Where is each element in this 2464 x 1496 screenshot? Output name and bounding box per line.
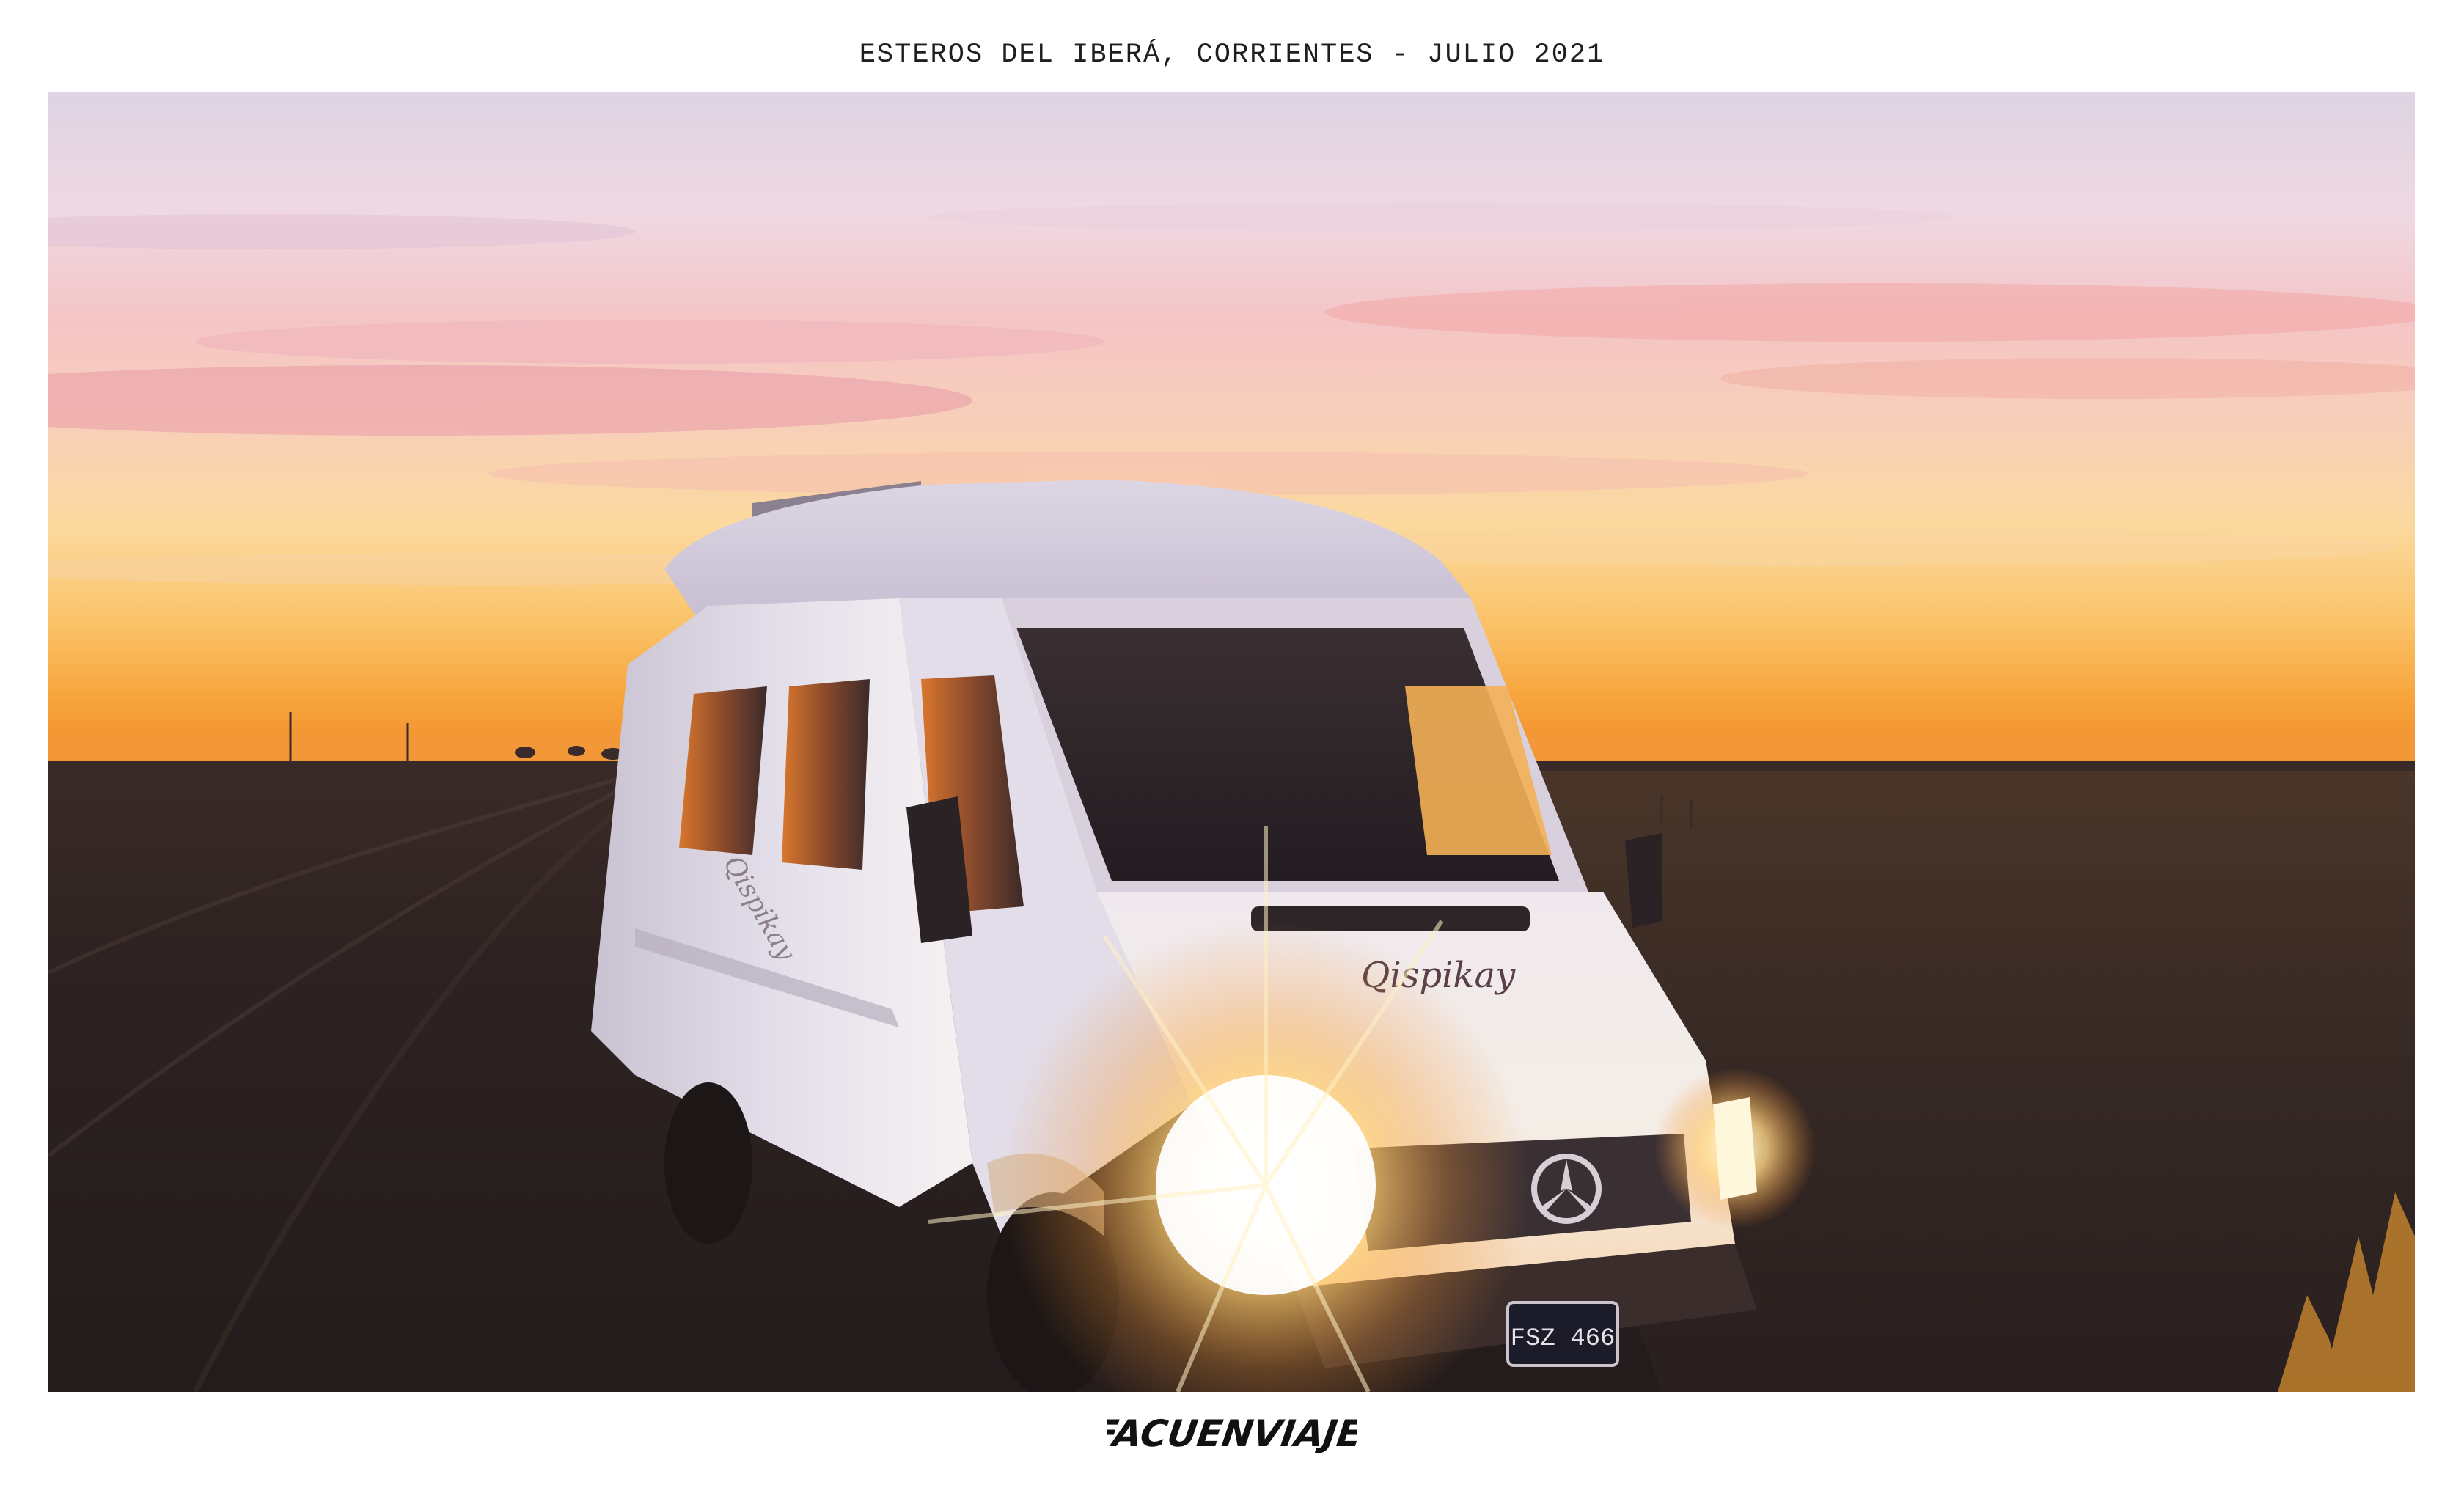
photo-caption: ESTEROS DEL IBERÁ, CORRIENTES - JULIO 20… [859, 40, 1605, 70]
signature-text: FACUENVIAJE [1107, 1412, 1357, 1455]
photographer-signature: FACUENVIAJE [0, 1402, 2464, 1461]
signature-svg: FACUENVIAJE [1107, 1412, 1357, 1455]
svg-text:FSZ 466: FSZ 466 [1511, 1325, 1616, 1353]
license-plate: FSZ 466 [1506, 1301, 1619, 1367]
side-window-rear [679, 686, 767, 855]
sunset-van-photo: FSZ 466 Qispikay Qispikay [48, 92, 2415, 1392]
headlight-right [1654, 1068, 1816, 1229]
photo-illustration: FSZ 466 Qispikay Qispikay [48, 92, 2415, 1392]
rear-wheel [664, 1082, 752, 1244]
side-window-middle [782, 679, 870, 870]
